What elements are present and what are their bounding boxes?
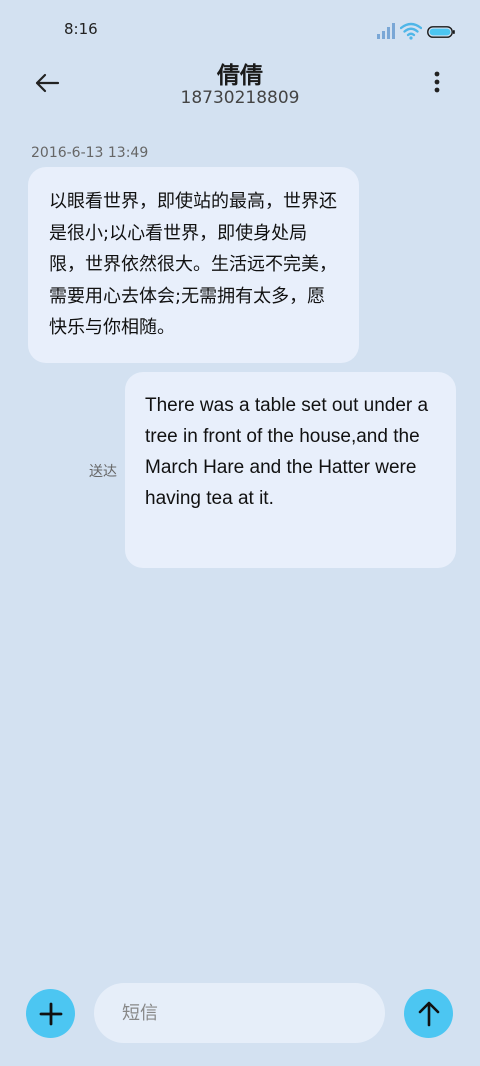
message-input[interactable] xyxy=(94,983,385,1043)
arrow-up-icon xyxy=(418,1001,439,1026)
status-time: 8:16 xyxy=(64,20,98,38)
sent-message-text: There was a table set out under a tree i… xyxy=(145,395,429,509)
contact-name: 倩倩 xyxy=(217,63,263,89)
sent-message-bubble[interactable]: There was a table set out under a tree i… xyxy=(125,372,456,568)
plus-icon xyxy=(39,1002,62,1025)
more-vertical-icon xyxy=(434,71,440,93)
attach-button[interactable] xyxy=(26,989,75,1038)
received-message-bubble[interactable]: 以眼看世界，即使站的最高，世界还是很小;以心看世界，即使身处局限，世界依然很大。… xyxy=(28,167,359,363)
signal-icon xyxy=(377,23,395,39)
wifi-icon xyxy=(400,22,422,40)
more-button[interactable] xyxy=(424,64,450,100)
message-timestamp: 2016-6-13 13:49 xyxy=(31,145,149,161)
contact-number: 18730218809 xyxy=(180,88,300,108)
messaging-screen: 8:16 倩倩 18730218809 2016-6-13 13:49 以眼看世… xyxy=(0,0,480,1066)
delivery-status: 送达 xyxy=(89,464,117,480)
send-button[interactable] xyxy=(404,989,453,1038)
status-bar: 8:16 xyxy=(0,0,480,60)
battery-icon xyxy=(427,26,455,38)
received-message-text: 以眼看世界，即使站的最高，世界还是很小;以心看世界，即使身处局限，世界依然很大。… xyxy=(49,191,337,338)
